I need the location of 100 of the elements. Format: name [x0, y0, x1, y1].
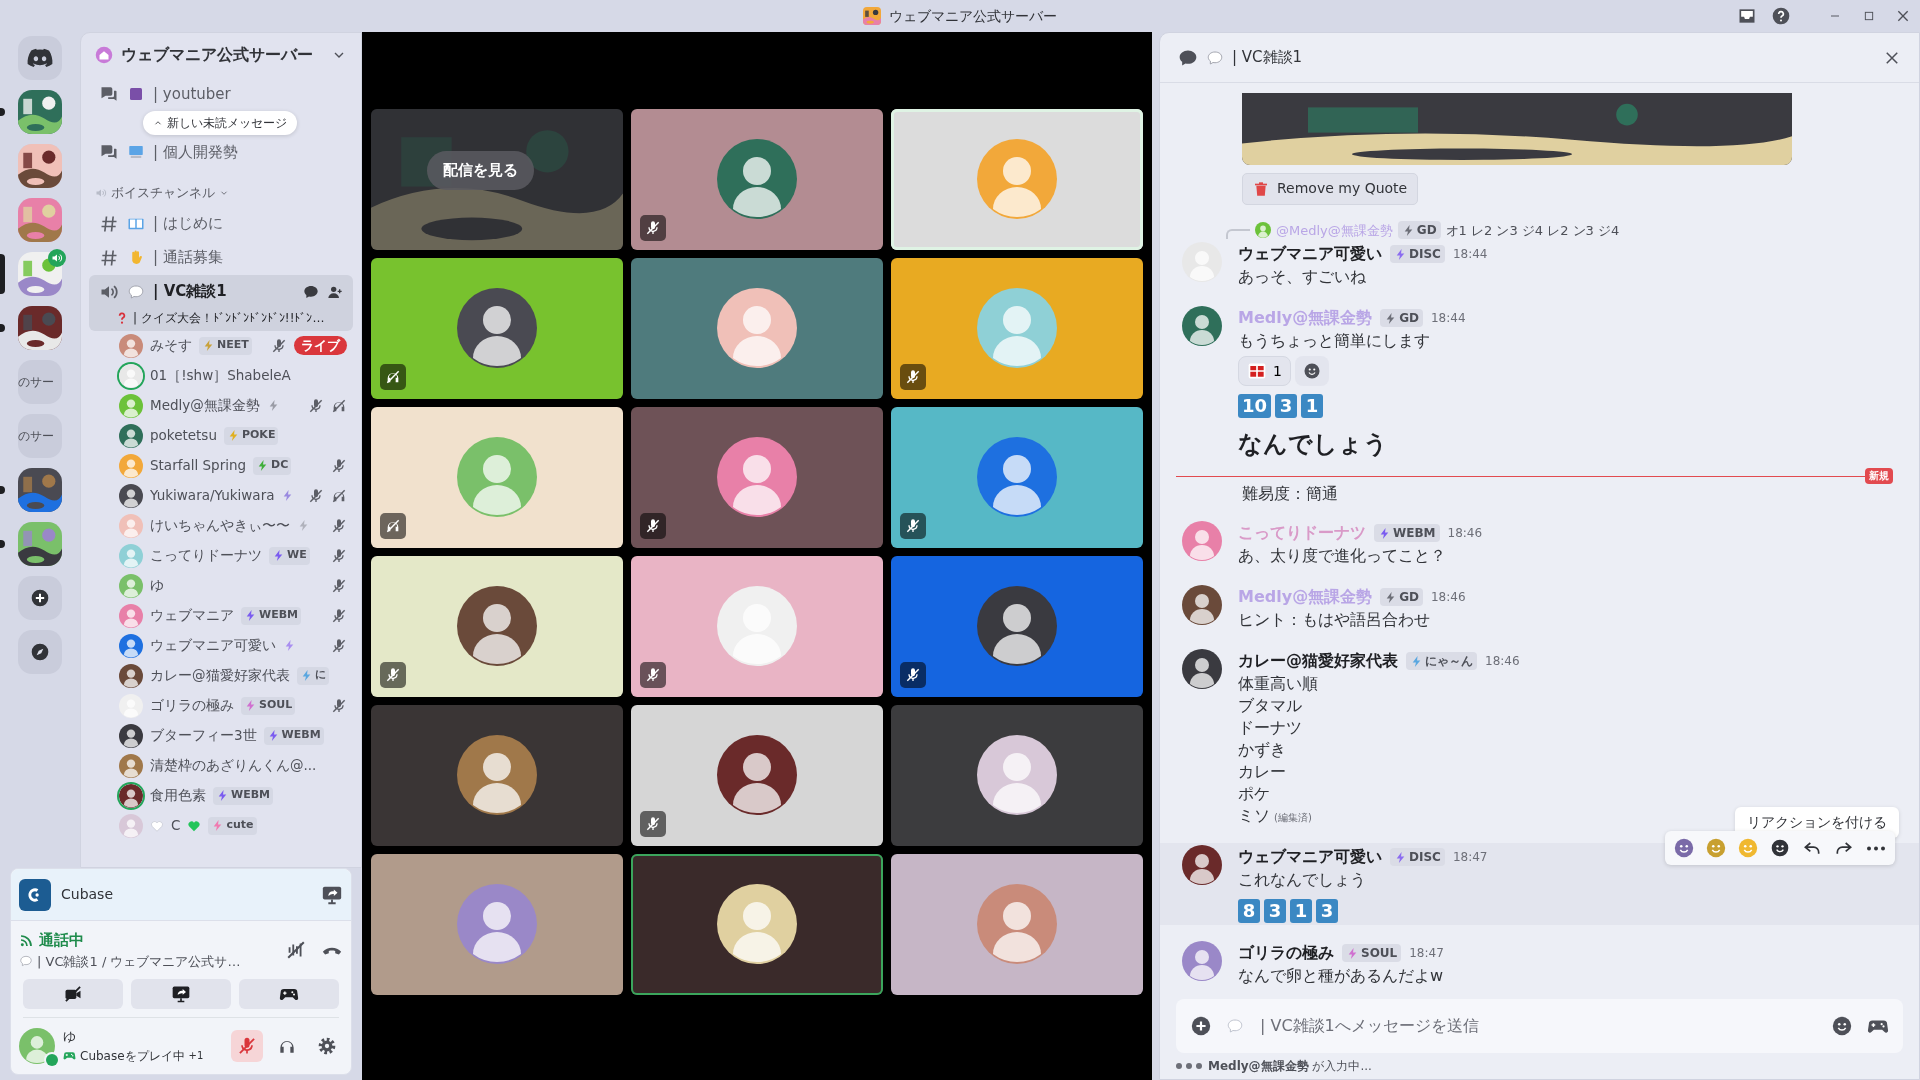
voice-member[interactable]: poketetsu POKE: [81, 420, 361, 451]
video-tile[interactable]: [371, 854, 623, 995]
call-channel[interactable]: | VC雑談1 / ウェブマニア公式サ…: [37, 951, 241, 971]
voice-member[interactable]: ウェブマニア可愛い: [81, 630, 361, 661]
window-title: ウェブマニア公式サーバー: [889, 6, 1057, 26]
channel-item[interactable]: | youtuber: [89, 77, 353, 111]
keycap-emoji: 8: [1238, 899, 1260, 923]
explore-button[interactable]: [18, 630, 62, 674]
message-field[interactable]: | VC雑談1へメッセージを送信: [1176, 999, 1903, 1053]
video-tile[interactable]: [371, 556, 623, 697]
heading-text: なんでしょう: [1238, 429, 1389, 460]
new-label: 新規: [1865, 468, 1893, 484]
voice-member[interactable]: カレー@猫愛好家代表 に: [81, 660, 361, 691]
avatar: [119, 663, 143, 688]
video-tile[interactable]: [371, 407, 623, 548]
server-icon[interactable]: のサー: [18, 360, 62, 404]
avatar: [1182, 845, 1222, 885]
author-name[interactable]: カレー@猫愛好家代表: [1238, 649, 1398, 673]
video-tile[interactable]: [631, 705, 883, 846]
timestamp: 18:46: [1430, 589, 1466, 606]
voice-member[interactable]: ゆ: [81, 570, 361, 601]
voice-member[interactable]: みそす NEET ライブ: [81, 330, 361, 361]
message-text: あっそ、すごいね: [1238, 266, 1367, 288]
noise-suppression-icon[interactable]: [285, 939, 307, 961]
screen-share-button[interactable]: [131, 979, 231, 1009]
mute-button[interactable]: [231, 1030, 263, 1062]
video-tile[interactable]: [891, 556, 1143, 697]
voice-member[interactable]: Starfall Spring DC: [81, 450, 361, 481]
reply-text[interactable]: オ1 レ2 ン3 ジ4 レ2 ン3 ジ4: [1445, 220, 1620, 240]
reaction-button[interactable]: 1: [1238, 356, 1291, 386]
video-tile[interactable]: [891, 705, 1143, 846]
edited-label: (編集済): [1274, 811, 1312, 825]
member-tag: cute: [208, 816, 257, 835]
video-tile[interactable]: [631, 854, 883, 995]
channel-item[interactable]: | VC雑談1 | クイズ大会！ﾄﾞﾝﾄﾞﾝﾄﾞﾝﾄﾞﾝ!!ﾄﾞﾝ…: [89, 274, 353, 331]
video-tile[interactable]: [631, 109, 883, 250]
channel-item[interactable]: | はじめに: [89, 206, 353, 241]
avatar: [119, 513, 143, 538]
voice-member[interactable]: けいちゃんやきぃ〜〜: [81, 510, 361, 541]
inbox-icon[interactable]: [1737, 6, 1757, 26]
close-icon[interactable]: [1895, 8, 1911, 24]
video-tile[interactable]: [371, 258, 623, 399]
avatar: [119, 693, 143, 718]
role-tag: DISC: [1390, 245, 1445, 263]
video-tile[interactable]: [631, 407, 883, 548]
voice-member[interactable]: 清楚枠のあざりんくん@...: [81, 750, 361, 781]
channel-item[interactable]: | 通話募集: [89, 240, 353, 275]
camera-button[interactable]: [23, 979, 123, 1009]
message-text: 難易度：簡通: [1242, 483, 1339, 505]
server-icon[interactable]: [18, 90, 62, 134]
server-name[interactable]: ウェブマニア公式サーバー: [121, 43, 323, 67]
video-tile[interactable]: [891, 407, 1143, 548]
voice-member[interactable]: こってりドーナツ WE: [81, 540, 361, 571]
emoji-icon: [1705, 837, 1727, 859]
unread-notice[interactable]: 新しい未読メッセージ: [143, 111, 297, 135]
message-input[interactable]: | VC雑談1へメッセージを送信: [1258, 1013, 1817, 1039]
watch-stream-button[interactable]: 配信を見る: [427, 151, 534, 190]
server-icon[interactable]: のサー: [18, 414, 62, 458]
plus-icon[interactable]: [1190, 1015, 1212, 1037]
category-label[interactable]: ボイスチャンネル: [111, 183, 215, 203]
compass-icon: [30, 642, 50, 662]
video-tile[interactable]: [631, 258, 883, 399]
member-name: 01［!shw］ShabeleA: [150, 366, 291, 386]
add-server-button[interactable]: [18, 576, 62, 620]
help-icon[interactable]: [1771, 6, 1791, 26]
activity-button[interactable]: [239, 979, 339, 1009]
voice-member[interactable]: 食用色素 WEBM: [81, 780, 361, 811]
voice-member[interactable]: ゴリラの極み SOUL: [81, 690, 361, 721]
server-icon[interactable]: [18, 306, 62, 350]
message-text: ミソ: [1238, 805, 1270, 827]
video-tile[interactable]: [371, 705, 623, 846]
remove-quote-button[interactable]: Remove my Quote: [1242, 172, 1419, 205]
voice-member[interactable]: C cute: [81, 810, 361, 841]
server-icon[interactable]: [18, 522, 62, 566]
add-reaction-button[interactable]: [1294, 356, 1329, 386]
author-name[interactable]: ゴリラの極み: [1238, 941, 1334, 965]
member-name: ブターフィー3世: [150, 726, 257, 746]
video-tile[interactable]: 配信を見る: [371, 109, 623, 250]
server-icon[interactable]: [18, 144, 62, 188]
server-icon[interactable]: [18, 468, 62, 512]
channel-item[interactable]: | 個人開発勢: [89, 135, 353, 169]
voice-member[interactable]: Medly@無課金勢: [81, 390, 361, 421]
author-name[interactable]: ウェブマニア可愛い: [1238, 845, 1382, 869]
timestamp: 18:46: [1447, 525, 1483, 542]
video-tile[interactable]: [631, 556, 883, 697]
home-button[interactable]: [18, 36, 62, 80]
voice-member[interactable]: 01［!shw］ShabeleA: [81, 360, 361, 391]
video-tile[interactable]: [891, 854, 1143, 995]
voice-member[interactable]: ブターフィー3世 WEBM: [81, 720, 361, 751]
call-status[interactable]: 通話中: [39, 929, 84, 952]
voice-member[interactable]: Yukiwara/Yukiwara: [81, 480, 361, 511]
author-name[interactable]: ウェブマニア可愛い: [1238, 242, 1382, 266]
chat-icon[interactable]: [303, 283, 319, 300]
live-badge: ライブ: [294, 335, 347, 356]
voice-member[interactable]: ウェブマニア WEBM: [81, 600, 361, 631]
video-tile[interactable]: [891, 258, 1143, 399]
video-tile[interactable]: [891, 109, 1143, 250]
monitor-icon: [127, 143, 145, 161]
timestamp: 18:44: [1430, 310, 1466, 327]
emoji-icon[interactable]: [1831, 1015, 1853, 1037]
